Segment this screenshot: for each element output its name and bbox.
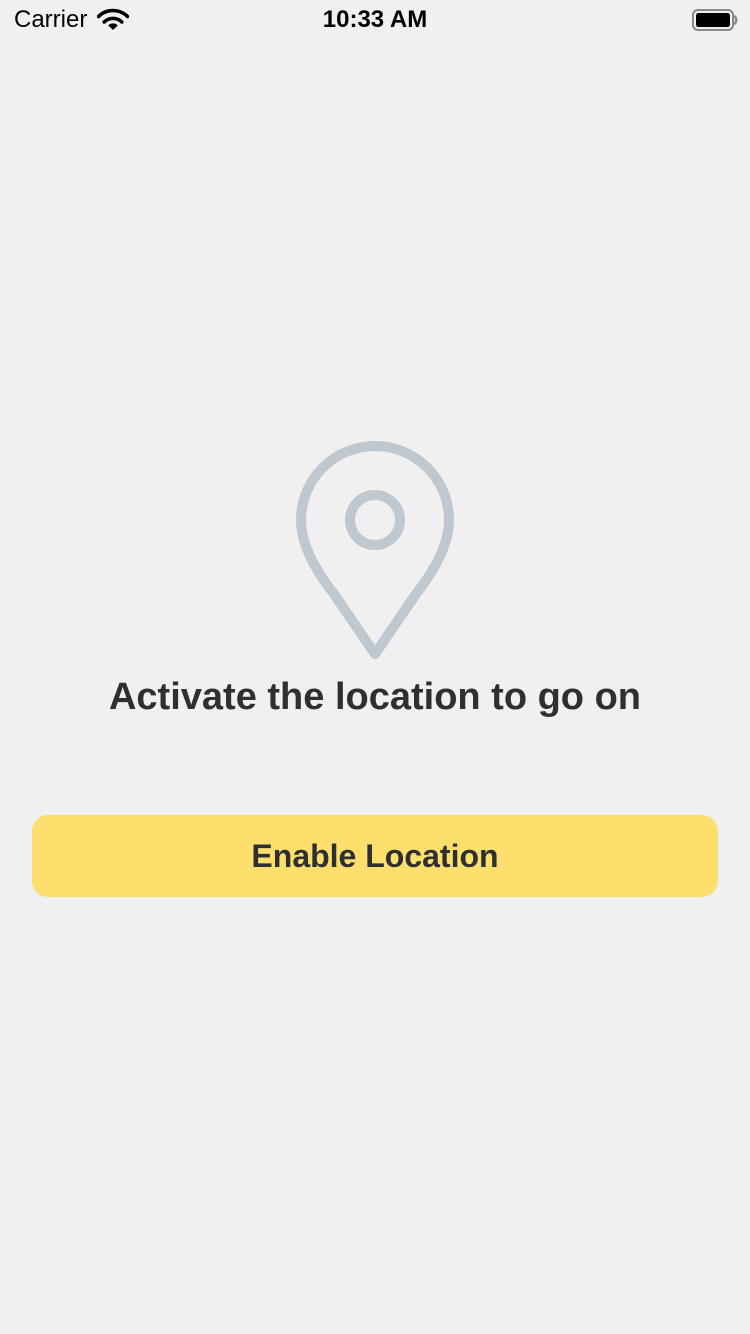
enable-location-button[interactable]: Enable Location bbox=[32, 815, 718, 897]
battery-icon bbox=[692, 9, 738, 31]
location-pin-icon bbox=[296, 441, 454, 659]
clock: 10:33 AM bbox=[322, 6, 428, 33]
location-message: Activate the location to go on bbox=[108, 676, 642, 718]
status-bar: Carrier 10:33 AM bbox=[0, 0, 750, 40]
enable-location-label: Enable Location bbox=[251, 837, 499, 874]
